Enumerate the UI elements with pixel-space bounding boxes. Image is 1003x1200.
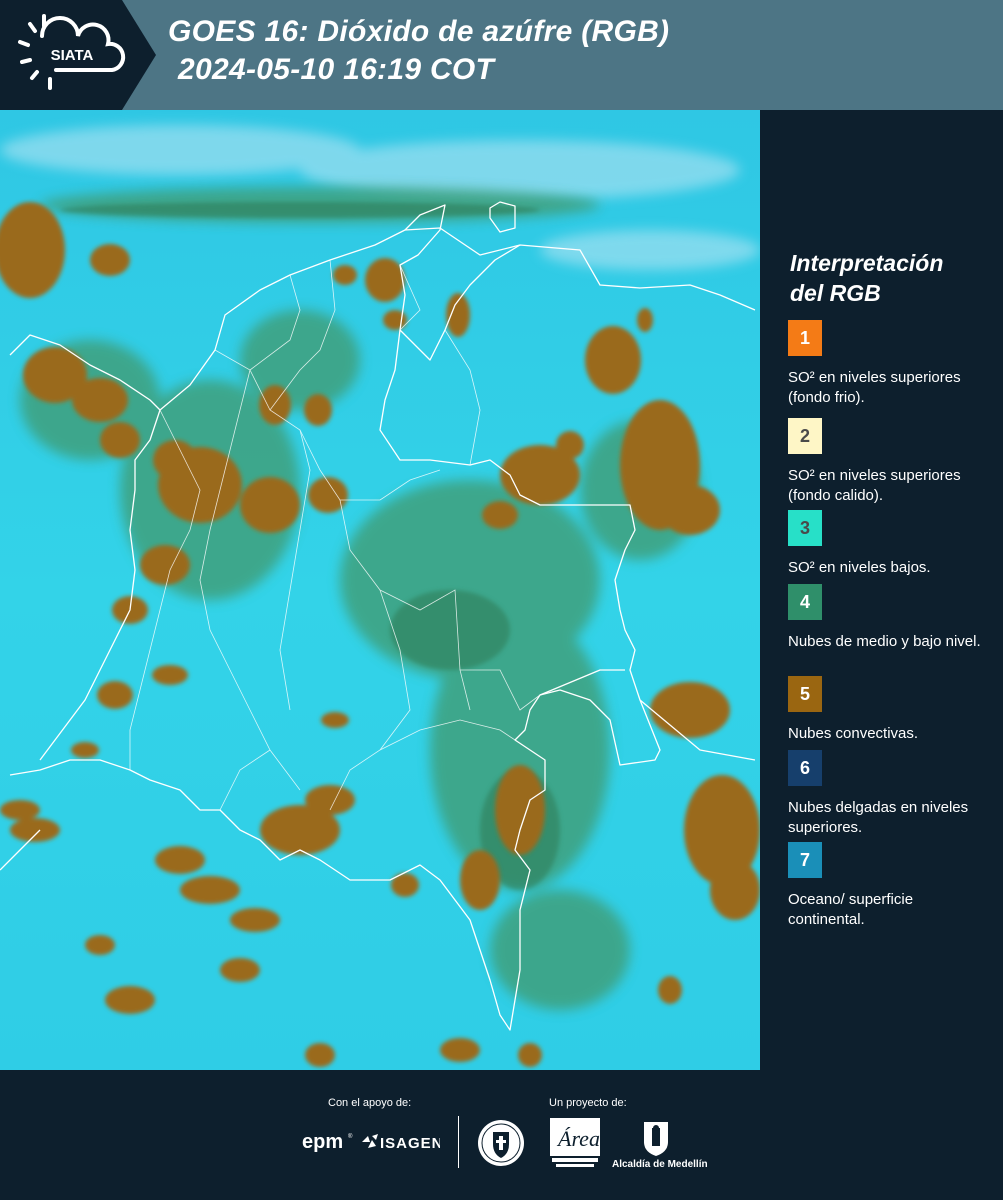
legend-item-1: 1 SO² en niveles superiores (fondo frio)… xyxy=(788,320,993,408)
legend-label-4: Nubes de medio y bajo nivel. xyxy=(788,633,981,650)
footer: Con el apoyo de: Un proyecto de: epm ® I… xyxy=(0,1070,1003,1200)
alcaldia-label: Alcaldía de Medellín xyxy=(612,1159,708,1170)
legend-swatch-4: 4 xyxy=(788,584,822,620)
legend-item-4: 4 Nubes de medio y bajo nivel. xyxy=(788,584,993,652)
svg-text:epm: epm xyxy=(302,1131,343,1153)
legend-item-7: 7 Oceano/ superficie continental. xyxy=(788,842,993,930)
legend-swatch-2: 2 xyxy=(788,418,822,454)
legend-swatch-1: 1 xyxy=(788,320,822,356)
isagen-logo: ISAGEN xyxy=(362,1134,440,1152)
siata-logo-text: SIATA xyxy=(51,47,94,64)
support-label: Con el apoyo de: xyxy=(328,1097,412,1109)
area-metropolitana-logo: Área xyxy=(550,1118,600,1167)
legend-swatch-5: 5 xyxy=(788,676,822,712)
legend-swatch-6: 6 xyxy=(788,750,822,786)
project-label: Un proyecto de: xyxy=(549,1097,627,1109)
svg-text:®: ® xyxy=(348,1133,353,1140)
header: SIATA GOES 16: Dióxido de azúfre (RGB) 2… xyxy=(0,0,1003,110)
legend-swatch-3: 3 xyxy=(788,510,822,546)
legend-item-3: 3 SO² en niveles bajos. xyxy=(788,510,993,578)
legend-item-6: 6 Nubes delgadas en niveles superiores. xyxy=(788,750,993,838)
legend-title-line2: del RGB xyxy=(790,280,881,306)
legend-label-3: SO² en niveles bajos. xyxy=(788,559,931,576)
alcaldia-logo xyxy=(644,1122,668,1156)
map-title: GOES 16: Dióxido de azúfre (RGB) xyxy=(168,15,670,48)
satellite-rgb-image xyxy=(0,110,760,1070)
legend-label-6: Nubes delgadas en niveles superiores. xyxy=(788,799,969,836)
map-timestamp: 2024-05-10 16:19 COT xyxy=(178,53,495,86)
legend-swatch-7: 7 xyxy=(788,842,822,878)
siata-logo: SIATA xyxy=(0,0,160,110)
legend-panel: Interpretación del RGB 1 SO² en niveles … xyxy=(760,110,1003,1070)
legend-label-7: Oceano/ superficie continental. xyxy=(788,891,914,928)
epm-logo: epm ® xyxy=(302,1131,353,1153)
legend-label-1: SO² en niveles superiores (fondo frio). xyxy=(788,369,961,406)
satellite-map xyxy=(0,110,760,1070)
medellin-seal xyxy=(478,1120,524,1166)
legend-item-5: 5 Nubes convectivas. xyxy=(788,676,993,744)
footer-divider xyxy=(458,1116,459,1168)
legend-title-line1: Interpretación xyxy=(790,250,944,276)
legend-item-2: 2 SO² en niveles superiores (fondo calid… xyxy=(788,418,993,506)
legend-title: Interpretación del RGB xyxy=(790,248,995,308)
legend-label-2: SO² en niveles superiores (fondo calido)… xyxy=(788,467,961,504)
svg-text:ISAGEN: ISAGEN xyxy=(380,1135,440,1152)
svg-text:Área: Área xyxy=(556,1126,600,1151)
legend-label-5: Nubes convectivas. xyxy=(788,725,919,742)
